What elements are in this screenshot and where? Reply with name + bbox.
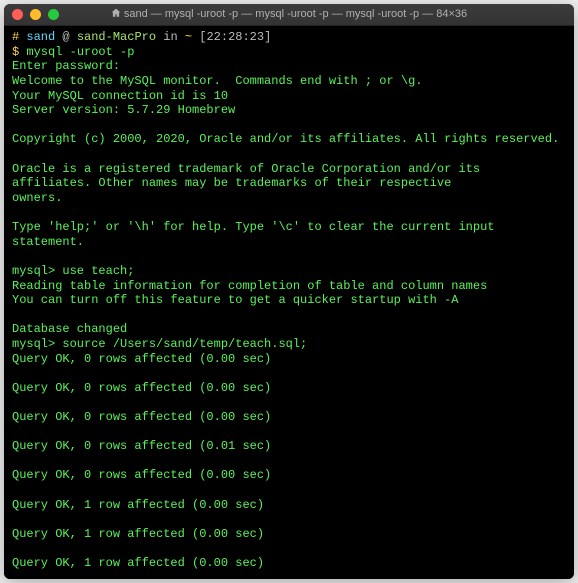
prompt-host: sand-MacPro xyxy=(77,30,156,44)
minimize-icon[interactable] xyxy=(30,9,41,20)
output-line: Your MySQL connection id is 10 xyxy=(12,89,566,104)
output-line: owners. xyxy=(12,191,566,206)
prompt-line: # sand @ sand-MacPro in ~ [22:28:23] xyxy=(12,30,566,45)
output-line xyxy=(12,308,566,323)
prompt-at: @ xyxy=(62,30,69,44)
output-line: Server version: 5.7.29 Homebrew xyxy=(12,103,566,118)
window-title-text: sand — mysql -uroot -p — mysql -uroot -p… xyxy=(124,8,467,20)
zoom-icon[interactable] xyxy=(48,9,59,20)
output-line: Query OK, 0 rows affected (0.00 sec) xyxy=(12,381,566,396)
output-line: mysql> source /Users/sand/temp/teach.sql… xyxy=(12,337,566,352)
output-container: Enter password:Welcome to the MySQL moni… xyxy=(12,59,566,571)
output-line xyxy=(12,147,566,162)
output-line: Query OK, 0 rows affected (0.00 sec) xyxy=(12,352,566,367)
output-line: Query OK, 0 rows affected (0.00 sec) xyxy=(12,410,566,425)
output-line: Welcome to the MySQL monitor. Commands e… xyxy=(12,74,566,89)
output-line xyxy=(12,542,566,557)
prompt-hash: # xyxy=(12,30,19,44)
output-line xyxy=(12,454,566,469)
output-line xyxy=(12,366,566,381)
output-line: Enter password: xyxy=(12,59,566,74)
output-line xyxy=(12,249,566,264)
output-line: Query OK, 0 rows affected (0.00 sec) xyxy=(12,468,566,483)
output-line: Oracle is a registered trademark of Orac… xyxy=(12,162,566,177)
output-line: affiliates. Other names may be trademark… xyxy=(12,176,566,191)
window-title: sand — mysql -uroot -p — mysql -uroot -p… xyxy=(12,8,566,21)
traffic-lights xyxy=(12,9,59,20)
output-line xyxy=(12,483,566,498)
output-line: mysql> use teach; xyxy=(12,264,566,279)
prompt-user: sand xyxy=(26,30,55,44)
prompt-in: in xyxy=(163,30,177,44)
output-line: Copyright (c) 2000, 2020, Oracle and/or … xyxy=(12,132,566,147)
output-line: Database changed xyxy=(12,322,566,337)
output-line: Query OK, 1 row affected (0.00 sec) xyxy=(12,556,566,571)
home-icon xyxy=(111,8,121,21)
output-line xyxy=(12,205,566,220)
prompt-dollar: $ xyxy=(12,45,19,59)
terminal-window: sand — mysql -uroot -p — mysql -uroot -p… xyxy=(4,4,574,579)
command-line: $ mysql -uroot -p xyxy=(12,45,566,60)
output-line: Query OK, 0 rows affected (0.01 sec) xyxy=(12,439,566,454)
prompt-path: ~ xyxy=(185,30,192,44)
output-line xyxy=(12,395,566,410)
output-line xyxy=(12,512,566,527)
output-line xyxy=(12,425,566,440)
close-icon[interactable] xyxy=(12,9,23,20)
command-text: mysql -uroot -p xyxy=(26,45,134,59)
output-line: Reading table information for completion… xyxy=(12,279,566,294)
titlebar[interactable]: sand — mysql -uroot -p — mysql -uroot -p… xyxy=(4,4,574,26)
prompt-time: [22:28:23] xyxy=(199,30,271,44)
output-line: You can turn off this feature to get a q… xyxy=(12,293,566,308)
output-line: Query OK, 1 row affected (0.00 sec) xyxy=(12,527,566,542)
output-line: Type 'help;' or '\h' for help. Type '\c'… xyxy=(12,220,566,249)
terminal-body[interactable]: # sand @ sand-MacPro in ~ [22:28:23] $ m… xyxy=(4,26,574,579)
output-line xyxy=(12,118,566,133)
